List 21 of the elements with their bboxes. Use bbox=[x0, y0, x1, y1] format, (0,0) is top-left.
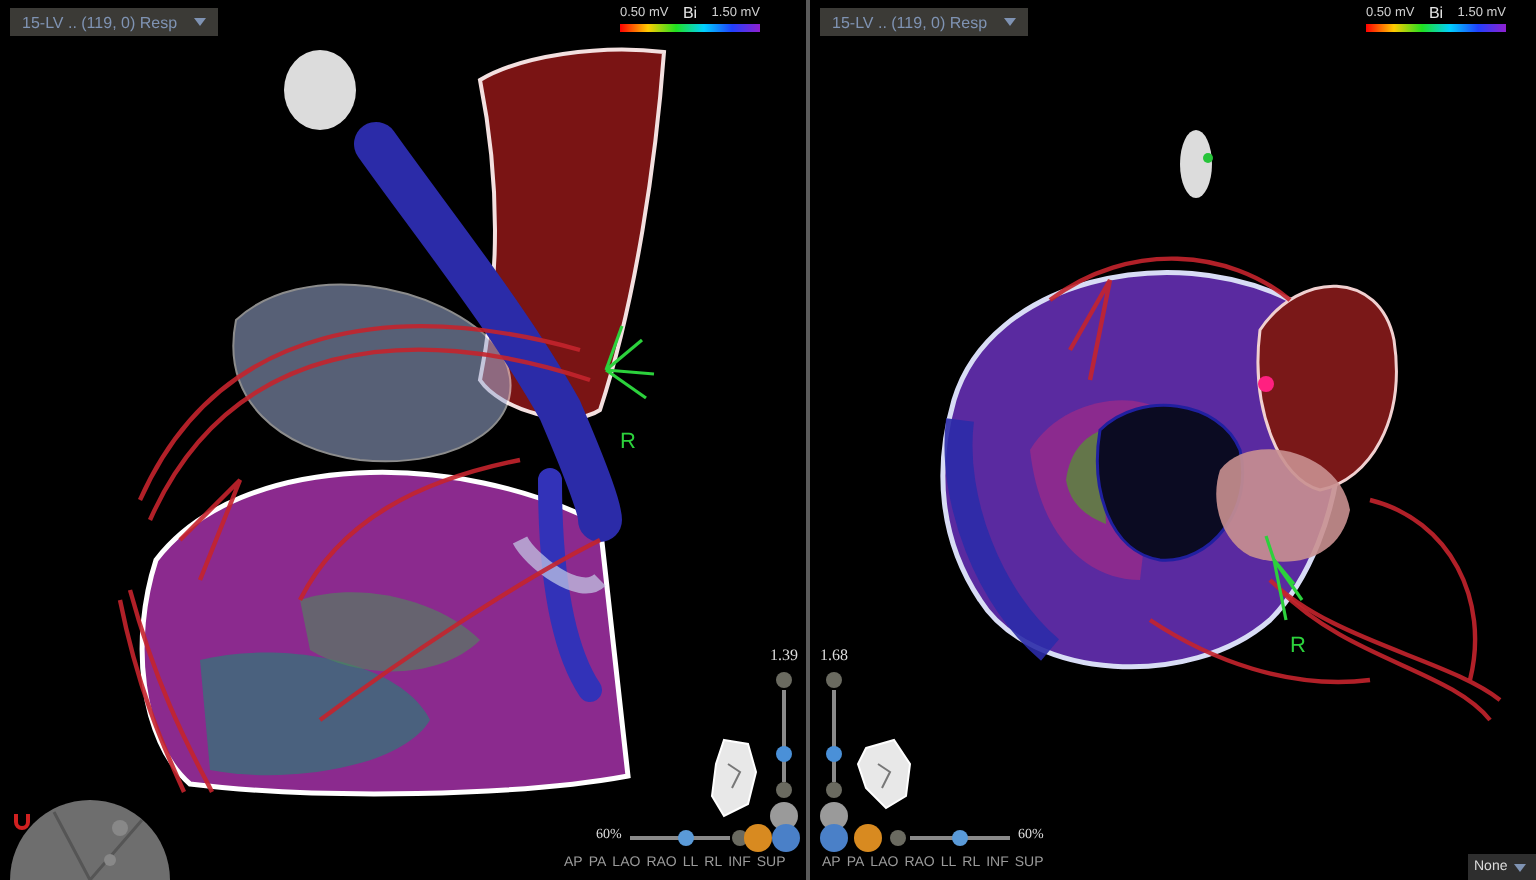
legend-mode-label: Bi bbox=[1426, 4, 1446, 22]
marker-icon bbox=[1264, 535, 1304, 621]
map-selector-dropdown[interactable]: 15-LV .. (119, 0) Resp bbox=[10, 8, 218, 36]
navigation-compass-icon[interactable] bbox=[10, 800, 170, 880]
caret-icon bbox=[1003, 18, 1016, 26]
zoom-slider-thumb[interactable] bbox=[776, 746, 792, 763]
color-scale-bar bbox=[1366, 24, 1506, 32]
marker-icon bbox=[604, 325, 655, 400]
color-scale-bar bbox=[620, 24, 760, 32]
caret-icon bbox=[193, 18, 206, 26]
map-selector-dropdown[interactable]: 15-LV .. (119, 0) Resp bbox=[820, 8, 1028, 36]
caret-icon bbox=[1513, 863, 1526, 871]
legend-mode-label: Bi bbox=[680, 4, 700, 22]
zoom-reading: 1.39 bbox=[770, 646, 798, 664]
magnet-icon[interactable] bbox=[12, 812, 32, 832]
marker-label: R bbox=[620, 430, 636, 454]
zoom-slider-thumb[interactable] bbox=[826, 746, 842, 763]
opacity-slider-thumb[interactable] bbox=[677, 830, 693, 846]
marker-label: R bbox=[1290, 634, 1306, 658]
opacity-slider-thumb[interactable] bbox=[952, 830, 968, 846]
zoom-reading: 1.68 bbox=[820, 646, 848, 664]
